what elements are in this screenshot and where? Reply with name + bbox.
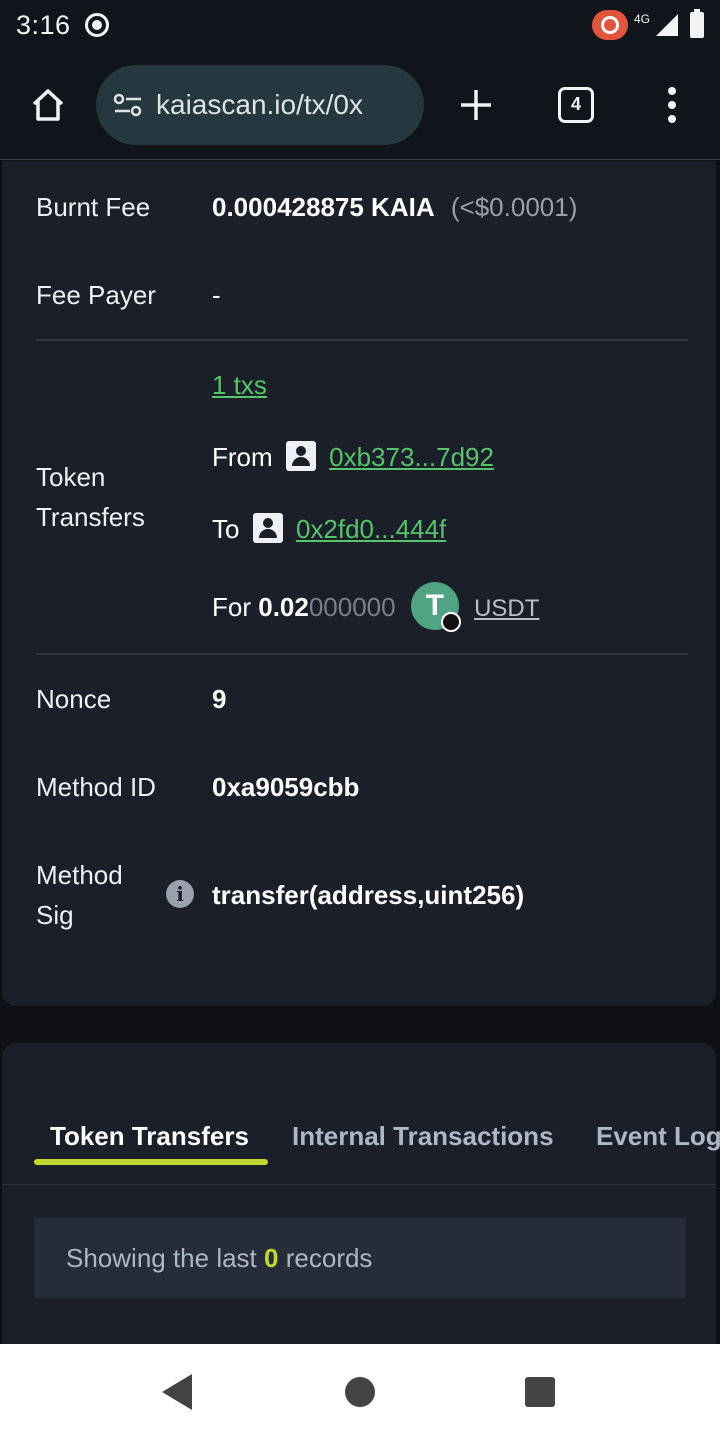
plus-icon xyxy=(461,89,491,120)
records-summary: Showing the last 0 records xyxy=(34,1218,686,1298)
page-content: Burnt Fee 0.000428875 KAIA (<$0.0001) Fe… xyxy=(0,161,720,1344)
records-prefix: Showing the last xyxy=(66,1243,257,1273)
system-nav-bar xyxy=(0,1344,720,1440)
transfer-to-row: To 0x2fd0...444f xyxy=(212,509,446,549)
url-bar[interactable]: kaiascan.io/tx/0x xyxy=(96,64,424,145)
fee-payer-value: - xyxy=(212,280,221,310)
site-settings-icon xyxy=(113,93,142,116)
amount-main: 0.02 xyxy=(258,591,309,622)
token-transfers-label-1: Token xyxy=(36,462,106,492)
fee-payer-label: Fee Payer xyxy=(36,280,156,310)
method-sig-value: transfer(address,uint256) xyxy=(212,880,525,910)
transfers-tabs-card: Token Transfers Internal Transactions Ev… xyxy=(2,1043,720,1344)
from-label: From xyxy=(212,442,273,472)
status-time: 3:16 xyxy=(16,9,71,40)
transaction-details-card: Burnt Fee 0.000428875 KAIA (<$0.0001) Fe… xyxy=(2,161,716,1006)
divider xyxy=(36,653,688,655)
usdt-token-icon: T xyxy=(410,582,461,632)
kaia-badge-icon xyxy=(440,612,461,632)
token-transfers-label-2: Transfers xyxy=(36,502,145,532)
burnt-fee-amount: 0.000428875 KAIA xyxy=(212,192,434,222)
to-label: To xyxy=(212,514,240,544)
tab-event-log[interactable]: Event Log xyxy=(596,1100,720,1172)
recent-apps-icon[interactable] xyxy=(525,1377,555,1407)
records-count: 0 xyxy=(264,1243,279,1273)
tab-switcher-button[interactable]: 4 xyxy=(528,50,624,160)
active-tab-indicator xyxy=(34,1159,268,1165)
tab-internal-transactions[interactable]: Internal Transactions xyxy=(292,1100,554,1172)
to-address-link[interactable]: 0x2fd0...444f xyxy=(296,514,446,544)
new-tab-button[interactable] xyxy=(424,50,528,160)
back-icon[interactable] xyxy=(162,1374,192,1410)
signal-icon xyxy=(656,14,678,36)
method-id-value: 0xa9059cbb xyxy=(212,772,360,802)
burnt-fee-usd: (<$0.0001) xyxy=(450,192,578,222)
browser-toolbar: kaiascan.io/tx/0x 4 xyxy=(0,50,720,160)
transfer-for-row: For 0.02000000 T USDT xyxy=(212,582,539,633)
home-icon xyxy=(32,88,64,121)
method-id-label: Method ID xyxy=(36,772,156,802)
url-text: kaiascan.io/tx/0x xyxy=(156,88,363,120)
token-symbol-link[interactable]: USDT xyxy=(474,595,539,622)
method-sig-label-2: Sig xyxy=(36,900,74,930)
nonce-label: Nonce xyxy=(36,684,112,714)
transfer-from-row: From 0xb373...7d92 xyxy=(212,437,494,477)
burnt-fee-label: Burnt Fee xyxy=(36,192,151,222)
battery-icon xyxy=(690,9,704,38)
divider xyxy=(2,1184,716,1185)
address-icon xyxy=(285,441,316,472)
network-type: 4G xyxy=(633,12,650,26)
more-menu-button[interactable] xyxy=(624,50,720,160)
records-suffix: records xyxy=(285,1243,373,1273)
address-icon xyxy=(252,513,283,544)
method-sig-label-1: Method xyxy=(36,860,123,890)
notification-icon xyxy=(84,13,109,37)
home-button[interactable] xyxy=(0,50,96,160)
divider xyxy=(36,339,688,341)
amount-zeros: 000000 xyxy=(308,591,396,622)
nonce-value: 9 xyxy=(212,684,227,714)
status-icons: 4G xyxy=(591,9,704,40)
screen-record-icon xyxy=(591,10,628,40)
info-icon[interactable]: i xyxy=(166,880,194,908)
status-bar: 3:16 4G xyxy=(0,0,720,50)
from-address-link[interactable]: 0xb373...7d92 xyxy=(329,442,494,472)
burnt-fee-value: 0.000428875 KAIA (<$0.0001) xyxy=(212,187,577,227)
more-vert-icon xyxy=(668,86,676,123)
token-transfers-txs-link[interactable]: 1 txs xyxy=(212,365,267,405)
for-label: For xyxy=(212,591,251,622)
tab-count: 4 xyxy=(558,86,594,123)
home-circle-icon[interactable] xyxy=(345,1377,375,1407)
